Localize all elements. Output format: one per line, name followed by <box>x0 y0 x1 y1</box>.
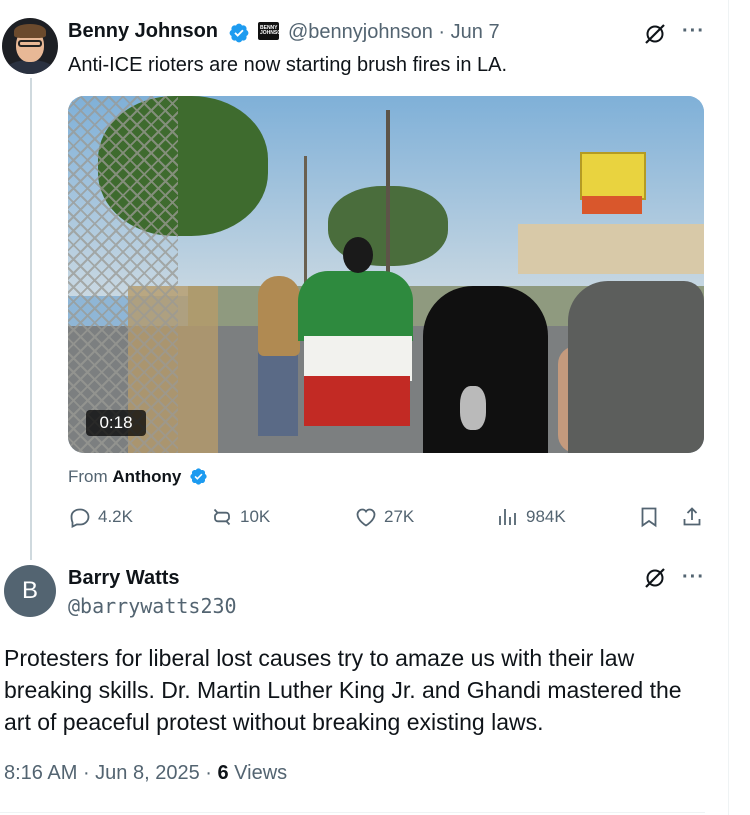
grok-icon[interactable] <box>643 22 667 46</box>
reply-button[interactable]: 4.2K <box>68 505 133 529</box>
views-count: 984K <box>526 507 566 526</box>
reply-author-avatar[interactable]: B <box>4 565 56 617</box>
divider <box>0 812 705 813</box>
affiliate-badge[interactable]: BENNY JOHNSON <box>258 22 285 40</box>
repost-button[interactable]: 10K <box>210 505 270 529</box>
reply-author-name[interactable]: Barry Watts <box>68 567 180 590</box>
bookmark-icon <box>641 507 657 528</box>
video-attribution[interactable]: From Anthony <box>68 467 181 487</box>
author-name[interactable]: Benny Johnson <box>68 20 218 43</box>
like-icon <box>356 508 376 527</box>
video-duration: 0:18 <box>86 410 146 436</box>
column-border <box>728 0 729 815</box>
repost-icon <box>213 508 231 526</box>
like-count: 27K <box>384 507 415 526</box>
verified-icon <box>229 23 249 43</box>
thread-connector-line <box>30 78 32 560</box>
reply-more-options-button[interactable]: ··· <box>682 566 705 589</box>
reply-count: 4.2K <box>98 507 133 526</box>
reply-timestamp[interactable]: 8:16 AM · Jun 8, 2025 · 6 Views <box>4 762 287 785</box>
verified-icon <box>190 468 207 485</box>
share-button[interactable] <box>680 505 704 529</box>
author-avatar[interactable] <box>2 18 58 74</box>
reply-author-handle[interactable]: @barrywatts230 <box>68 594 237 618</box>
views-icon <box>499 509 516 525</box>
reply-text: Protesters for liberal lost causes try t… <box>4 645 682 735</box>
bookmark-button[interactable] <box>637 505 661 529</box>
more-options-button[interactable]: ··· <box>682 20 705 43</box>
video-player[interactable] <box>68 96 704 453</box>
share-icon <box>683 507 701 526</box>
like-button[interactable]: 27K <box>354 505 414 529</box>
tweet-text: Anti-ICE rioters are now starting brush … <box>68 54 508 76</box>
grok-icon[interactable] <box>643 566 667 590</box>
views-button[interactable]: 984K <box>496 505 566 529</box>
repost-count: 10K <box>240 507 271 526</box>
author-handle-date[interactable]: @bennyjohnson · Jun 7 <box>288 21 500 44</box>
reply-icon <box>70 508 90 528</box>
